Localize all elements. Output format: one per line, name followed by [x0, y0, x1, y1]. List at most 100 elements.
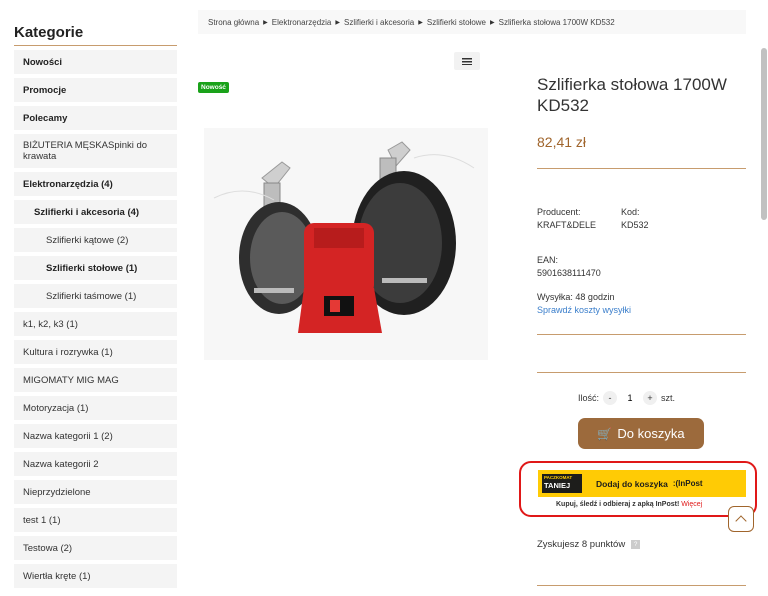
sidebar-category-item[interactable]: Testowa (2)	[14, 536, 177, 560]
breadcrumb-separator-icon: ▶	[418, 19, 423, 26]
sidebar-category-item[interactable]: MIGOMATY MIG MAG	[14, 368, 177, 392]
inpost-brand-text: InPost	[678, 479, 703, 488]
help-icon[interactable]: ?	[631, 540, 641, 549]
sidebar-category-item[interactable]: Nieprzydzielone	[14, 480, 177, 504]
quantity-minus-button[interactable]: -	[603, 391, 618, 405]
shipping-block: Wysyłka: 48 godzin Sprawdź koszty wysyłk…	[537, 291, 631, 317]
sidebar-category-item[interactable]: BIŻUTERIA MĘSKASpinki do krawata	[14, 134, 177, 168]
quantity-stepper: Ilość: - + szt.	[578, 391, 675, 405]
sidebar-category-item[interactable]: Wiertła kręte (1)	[14, 564, 177, 588]
breadcrumb-link[interactable]: Szlifierki stołowe	[427, 18, 486, 27]
page: Kategorie Nowości Promocje Polecamy BIŻUTER…	[0, 0, 768, 596]
quantity-unit: szt.	[661, 393, 676, 403]
sidebar-category-label: k1, k2, k3 (1)	[23, 318, 78, 330]
inpost-button-label: Dodaj do koszyka	[596, 478, 668, 489]
list-view-button[interactable]	[454, 52, 480, 70]
points-text: Zyskujesz 8 punktów	[537, 539, 626, 550]
breadcrumb-link: Szlifierka stołowa 1700W KD532	[498, 17, 615, 27]
sidebar-category-item[interactable]: Szlifierki stołowe (1)	[14, 256, 177, 280]
add-to-cart-button[interactable]: 🛒 Do koszyka	[578, 418, 704, 449]
category-list: Nowości Promocje Polecamy BIŻUTERIA MĘSKASp…	[14, 50, 177, 588]
sidebar-category-label: BIŻUTERIA MĘSKASpinki do krawata	[23, 140, 148, 162]
cart-icon: 🛒	[597, 426, 613, 441]
scroll-to-top-button[interactable]	[728, 506, 754, 532]
product-price: 82,41 zł	[537, 134, 587, 150]
sidebar-category-item[interactable]: Kultura i rozrywka (1)	[14, 340, 177, 364]
code-value: KD532	[621, 220, 649, 230]
sidebar-category-label: Szlifierki kątowe (2)	[46, 234, 129, 246]
shipping-time: Wysyłka: 48 godzin	[537, 292, 615, 302]
ean-label: EAN:	[537, 255, 559, 265]
paczkomat-logo-top: PACZKOMAT	[544, 475, 573, 480]
sidebar-category-label: Wiertła kręte (1)	[23, 570, 91, 582]
divider	[537, 585, 746, 586]
sidebar-category-item[interactable]: Nazwa kategorii 1 (2)	[14, 424, 177, 448]
sidebar-title: Kategorie	[14, 20, 177, 46]
sidebar-category-label: MIGOMATY MIG MAG	[23, 374, 119, 386]
sidebar-category-label: Motoryzacja (1)	[23, 402, 89, 414]
divider	[537, 168, 746, 169]
divider	[537, 372, 746, 373]
scrollbar-thumb[interactable]	[761, 48, 767, 220]
chevron-up-icon	[735, 515, 747, 527]
quantity-plus-button[interactable]: +	[643, 391, 658, 405]
breadcrumb: Strona główna ▶ Elektronarzędzia ▶ Szlifierk…	[198, 10, 746, 34]
category-sidebar: Kategorie Nowości Promocje Polecamy BIŻUTER…	[14, 20, 177, 588]
bench-grinder-illustration	[204, 128, 488, 360]
sidebar-category-label: Nieprzydzielone	[23, 486, 91, 498]
code-label: Kod:	[621, 207, 640, 217]
sidebar-category-label: Testowa (2)	[23, 542, 73, 554]
sidebar-category-item[interactable]: Elektronarzędzia (4)	[14, 172, 177, 196]
sidebar-category-item[interactable]: Motoryzacja (1)	[14, 396, 177, 420]
sidebar-category-label: Elektronarzędzia (4)	[23, 178, 113, 190]
sidebar-category-item[interactable]: Nazwa kategorii 2	[14, 452, 177, 476]
sidebar-category-item[interactable]: k1, k2, k3 (1)	[14, 312, 177, 336]
sidebar-category-item[interactable]: Promocje	[14, 78, 177, 102]
sidebar-category-item[interactable]: Szlifierki kątowe (2)	[14, 228, 177, 252]
paczkomat-logo: PACZKOMAT TANIEJ	[542, 474, 582, 493]
add-to-cart-label: Do koszyka	[617, 426, 685, 441]
inpost-more-link[interactable]: Więcej	[681, 501, 702, 508]
sidebar-category-label: Kultura i rozrywka (1)	[23, 346, 113, 358]
breadcrumb-separator-icon: ▶	[490, 19, 495, 26]
quantity-label: Ilość:	[578, 393, 600, 403]
product-title: Szlifierka stołowa 1700W KD532	[537, 75, 727, 115]
ean-block: EAN: 5901638111470	[537, 254, 601, 280]
producer-value[interactable]: KRAFT&DELE	[537, 219, 596, 232]
sidebar-category-item[interactable]: Szlifierki taśmowe (1)	[14, 284, 177, 308]
sidebar-category-label: Szlifierki taśmowe (1)	[46, 290, 137, 302]
list-icon	[462, 57, 472, 65]
ean-value: 5901638111470	[537, 268, 601, 278]
breadcrumb-link[interactable]: Szlifierki i akcesoria	[344, 18, 414, 27]
quantity-input[interactable]	[621, 391, 640, 405]
divider	[537, 334, 746, 335]
sidebar-category-label: Nowości	[23, 56, 63, 68]
sidebar-category-item[interactable]: Nowości	[14, 50, 177, 74]
new-badge: Nowość	[198, 82, 229, 93]
producer-label: Producent:	[537, 207, 581, 217]
breadcrumb-link[interactable]: Elektronarzędzia	[272, 18, 332, 27]
breadcrumb-separator-icon: ▶	[335, 19, 340, 26]
sidebar-category-label: Nazwa kategorii 1 (2)	[23, 430, 113, 442]
sidebar-category-label: Szlifierki stołowe (1)	[46, 262, 138, 274]
product-image[interactable]	[204, 128, 488, 360]
breadcrumb-link[interactable]: Strona główna	[208, 18, 259, 27]
sidebar-category-item[interactable]: Polecamy	[14, 106, 177, 130]
sidebar-category-item[interactable]: test 1 (1)	[14, 508, 177, 532]
inpost-add-to-cart-button[interactable]: PACZKOMAT TANIEJ Dodaj do koszyka :(InPo…	[538, 470, 746, 497]
sidebar-category-label: Szlifierki i akcesoria (4)	[34, 206, 140, 218]
shipping-cost-link[interactable]: Sprawdź koszty wysyłki	[537, 304, 631, 317]
sidebar-category-label: Promocje	[23, 84, 67, 96]
inpost-sub-text: Kupuj, śledź i odbieraj z apką InPost!	[556, 501, 680, 508]
paczkomat-logo-big: TANIEJ	[544, 480, 571, 490]
sidebar-category-item[interactable]: Szlifierki i akcesoria (4)	[14, 200, 177, 224]
breadcrumb-separator-icon: ▶	[263, 19, 268, 26]
inpost-brand: :(InPost	[672, 479, 703, 488]
sidebar-category-label: test 1 (1)	[23, 514, 61, 526]
inpost-info: Kupuj, śledź i odbieraj z apką InPost! W…	[556, 501, 702, 508]
code-block: Kod: KD532	[621, 206, 649, 232]
producer-block: Producent: KRAFT&DELE	[537, 206, 596, 232]
sidebar-category-label: Polecamy	[23, 112, 68, 124]
loyalty-points: Zyskujesz 8 punktów ?	[537, 539, 641, 550]
sidebar-category-label: Nazwa kategorii 2	[23, 458, 99, 470]
